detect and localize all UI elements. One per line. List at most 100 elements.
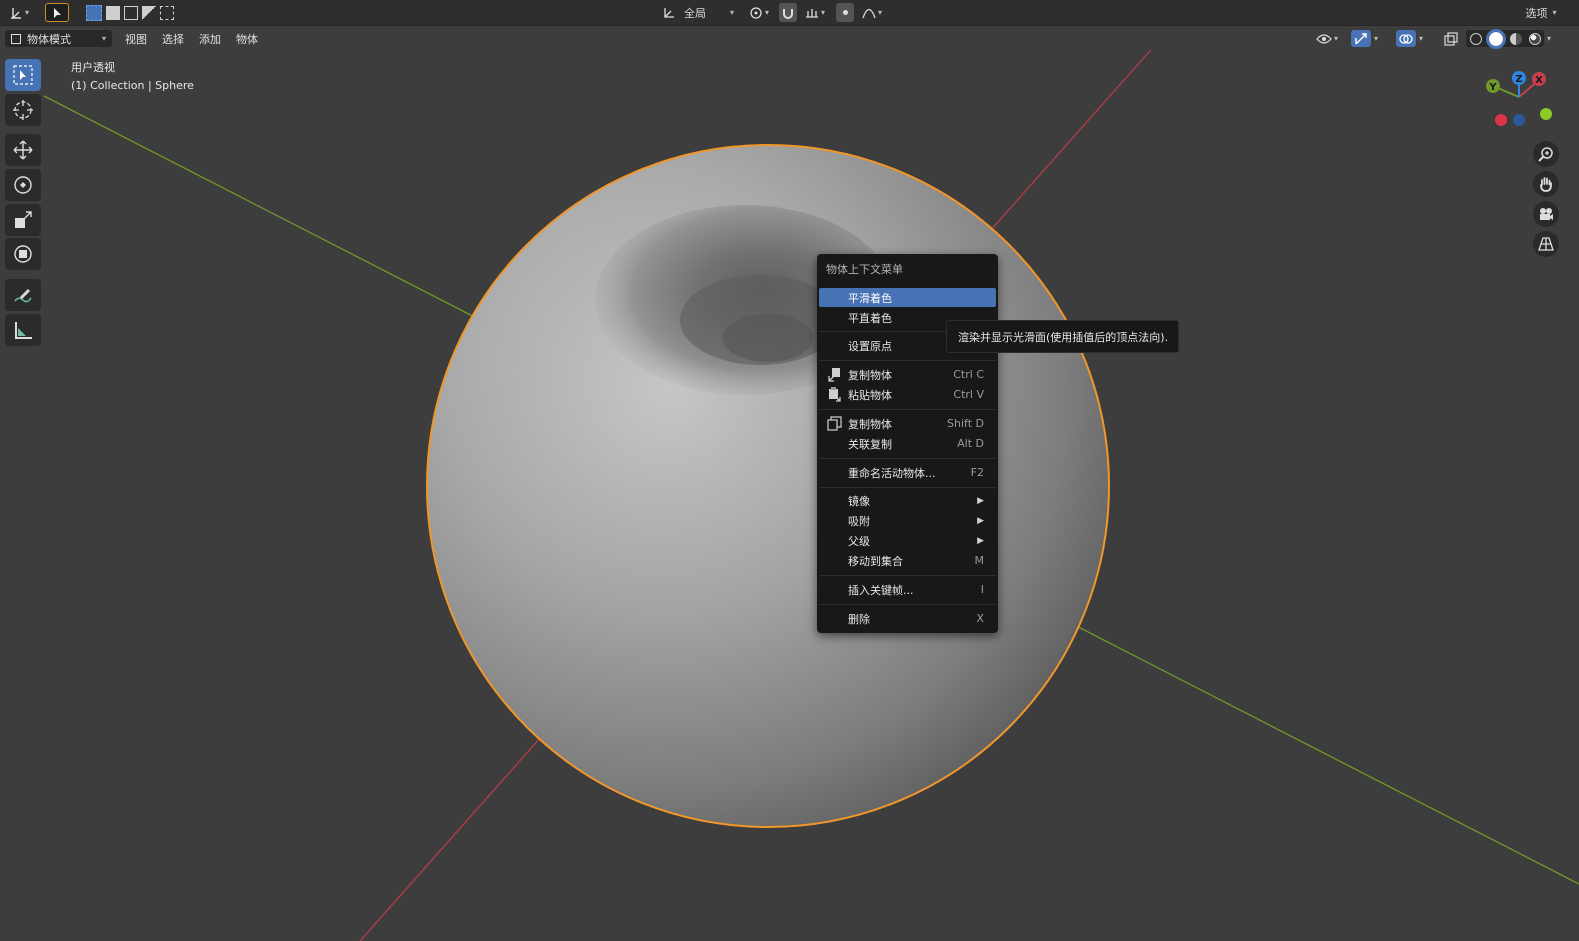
gizmo-neg-x-circle (1495, 114, 1507, 126)
menu-separator (819, 360, 996, 361)
view-name: 用户透视 (71, 61, 115, 74)
menu-view[interactable]: 视图 (119, 30, 153, 47)
pan-button[interactable] (1533, 171, 1559, 197)
viewport-canvas[interactable] (0, 0, 1579, 941)
gizmo-dropdown[interactable]: ▾ (1372, 30, 1386, 47)
context-menu-title: 物体上下文菜单 (826, 263, 903, 276)
menu-separator (819, 458, 996, 459)
submenu-arrow-icon: ▶ (977, 535, 984, 546)
menu-item-rename-active[interactable]: 重命名活动物体... F2 (819, 463, 996, 482)
interaction-mode-dropdown[interactable]: 物体模式 ▾ (5, 30, 112, 47)
material-shading-icon[interactable] (1509, 32, 1522, 45)
menu-item-label: 平滑着色 (848, 291, 892, 305)
options-label: 选项 (1525, 6, 1548, 20)
menu-select[interactable]: 选择 (156, 30, 190, 47)
select-subtract-icon[interactable] (124, 5, 138, 20)
menu-item-label: 吸附 (848, 514, 870, 528)
rendered-shading-icon[interactable] (1528, 32, 1541, 45)
select-intersect-icon[interactable] (160, 5, 174, 20)
menu-item-insert-keyframe[interactable]: 插入关键帧... I (819, 580, 996, 599)
options-dropdown[interactable]: 选项 ▾ (1517, 3, 1565, 22)
menu-item-move-to-collection[interactable]: 移动到集合 M (819, 551, 996, 570)
menu-item-shortcut: I (980, 583, 984, 596)
gizmo-toggle[interactable] (1351, 30, 1371, 47)
editor-type-button[interactable]: ▾ (4, 3, 34, 22)
menu-item-shortcut: M (974, 554, 985, 567)
menu-item-copy-objects[interactable]: 复制物体 Ctrl C (819, 365, 996, 384)
sphere-object[interactable] (426, 144, 1110, 828)
select-new-icon[interactable] (86, 4, 102, 21)
menu-item-label: 关联复制 (848, 437, 892, 451)
top-header: ▾ 全局 ▾ ▾ ▾ ▾ 选项 ▾ (0, 0, 1579, 26)
proportional-falloff-dropdown[interactable]: ▾ (857, 3, 887, 22)
mode-label: 物体模式 (27, 32, 71, 46)
zoom-button[interactable] (1533, 141, 1559, 167)
camera-view-button[interactable] (1533, 201, 1559, 227)
perspective-toggle-button[interactable] (1533, 231, 1559, 257)
tool-annotate[interactable] (5, 279, 41, 311)
gizmo-arrows-icon (1355, 32, 1367, 44)
proportional-edit-toggle[interactable] (836, 3, 854, 22)
menu-item-mirror[interactable]: 镜像 ▶ (819, 491, 996, 510)
shading-dropdown[interactable]: ▾ (1545, 30, 1559, 47)
menu-item-shade-smooth[interactable]: 平滑着色 (819, 288, 996, 307)
snap-target-dropdown[interactable]: ▾ (800, 3, 830, 22)
tool-measure[interactable] (5, 314, 41, 346)
menu-item-delete[interactable]: 删除 X (819, 609, 996, 628)
menu-item-label: 平直着色 (848, 311, 892, 325)
chevron-down-icon: ▾ (101, 34, 106, 43)
xray-icon (1444, 31, 1458, 46)
menu-item-label: 设置原点 (848, 339, 892, 353)
tool-cursor[interactable] (5, 94, 41, 126)
shading-mode-group (1466, 28, 1544, 49)
tool-move[interactable] (5, 134, 41, 166)
menu-item-label: 粘贴物体 (848, 388, 892, 402)
overlays-dropdown[interactable]: ▾ (1417, 30, 1431, 47)
menu-item-label: 重命名活动物体... (848, 466, 936, 480)
tool-select-box[interactable] (5, 59, 41, 91)
pivot-point-dropdown[interactable]: ▾ (744, 3, 774, 22)
scale-icon (15, 211, 32, 228)
chevron-down-icon: ▾ (729, 8, 734, 17)
chevron-down-icon: ▾ (24, 8, 29, 17)
cursor-crosshair-icon (13, 100, 33, 120)
viewport-header: 物体模式 ▾ 视图 选择 添加 物体 ▾ ▾ ▾ ▾ (0, 26, 1579, 50)
tool-rotate[interactable] (5, 169, 41, 201)
gizmo-x-label: X (1535, 75, 1543, 86)
wireframe-shading-icon[interactable] (1469, 32, 1482, 45)
tool-scale[interactable] (5, 204, 41, 236)
xray-toggle[interactable] (1441, 30, 1461, 47)
solid-shading-icon[interactable] (1485, 28, 1506, 49)
menu-add[interactable]: 添加 (193, 30, 227, 47)
tool-transform[interactable] (5, 238, 41, 270)
duplicate-icon (827, 416, 842, 431)
transform-orientation-dropdown[interactable]: 全局 ▾ (658, 3, 738, 22)
orientation-icon (664, 7, 674, 18)
copy-icon (828, 368, 840, 382)
menu-item-shortcut: Shift D (947, 417, 984, 430)
menu-item-label: 镜像 (848, 494, 870, 508)
menu-item-parent[interactable]: 父级 ▶ (819, 531, 996, 550)
navigation-gizmo[interactable]: X Y Z (1484, 68, 1564, 138)
menu-item-shortcut: Ctrl C (953, 368, 984, 381)
chevron-down-icon: ▾ (877, 8, 882, 17)
select-tool-button[interactable] (45, 3, 69, 22)
select-invert-icon[interactable] (142, 5, 156, 20)
pivot-icon (750, 6, 762, 19)
submenu-arrow-icon: ▶ (977, 495, 984, 506)
menu-item-duplicate-linked[interactable]: 关联复制 Alt D (819, 434, 996, 453)
select-box-icon (13, 65, 33, 85)
select-extend-icon[interactable] (106, 5, 120, 20)
snap-toggle[interactable] (779, 3, 797, 22)
camera-icon (1540, 208, 1553, 220)
chevron-down-icon: ▾ (820, 8, 825, 17)
menu-item-paste-objects[interactable]: 粘贴物体 Ctrl V (819, 385, 996, 404)
visibility-dropdown[interactable]: ▾ (1316, 30, 1346, 47)
menu-item-duplicate-objects[interactable]: 复制物体 Shift D (819, 414, 996, 433)
chevron-down-icon: ▾ (1547, 34, 1552, 43)
menu-object[interactable]: 物体 (230, 30, 264, 47)
menu-item-snap[interactable]: 吸附 ▶ (819, 511, 996, 530)
overlays-toggle[interactable] (1396, 30, 1416, 47)
chevron-down-icon: ▾ (1334, 34, 1339, 43)
menu-separator (819, 409, 996, 410)
